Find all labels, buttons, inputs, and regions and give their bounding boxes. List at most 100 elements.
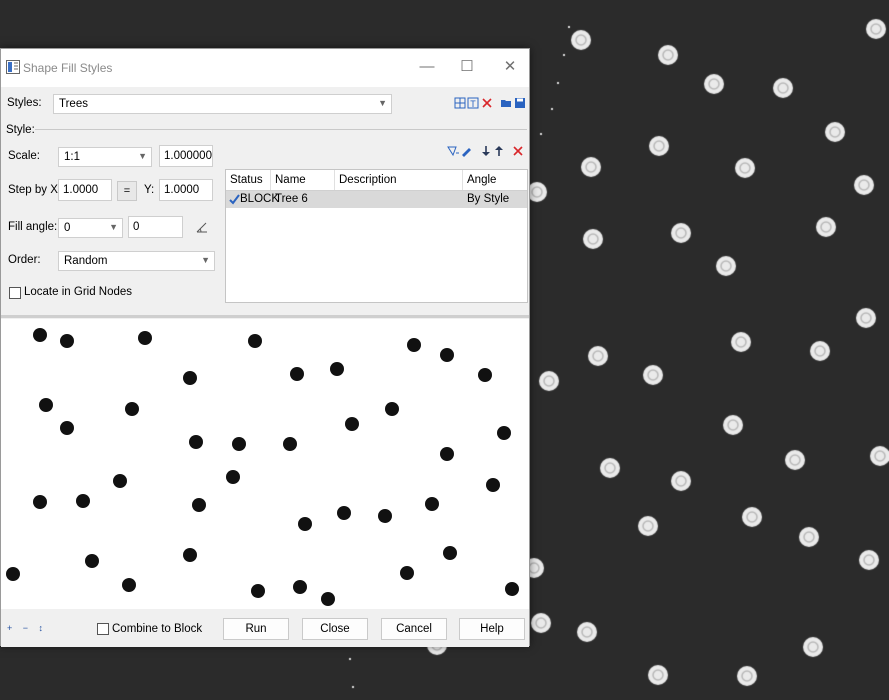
- title-bar[interactable]: Shape Fill Styles — ☐ ✕: [1, 49, 529, 87]
- tree-symbol: [251, 584, 265, 598]
- app-icon: [6, 60, 20, 74]
- order-dropdown[interactable]: Random ▼: [58, 251, 215, 271]
- fill-angle-input-value: 0: [133, 221, 140, 233]
- arrow-up-icon[interactable]: [493, 145, 505, 157]
- tree-symbol: [345, 417, 359, 431]
- tree-symbol: [248, 334, 262, 348]
- window-title: Shape Fill Styles: [23, 61, 113, 75]
- fill-angle-input[interactable]: 0: [128, 216, 183, 238]
- row-description: [335, 191, 339, 208]
- tree-symbol: [192, 498, 206, 512]
- maximize-button[interactable]: ☐: [455, 56, 479, 78]
- style-group-divider: [35, 129, 527, 130]
- order-dropdown-value: Random: [64, 255, 108, 267]
- fill-angle-label: Fill angle:: [8, 221, 58, 233]
- minimize-button[interactable]: —: [415, 56, 439, 78]
- step-y-value: 1.0000: [164, 184, 200, 196]
- tree-symbol: [486, 478, 500, 492]
- tree-symbol: [60, 334, 74, 348]
- tree-symbol: [39, 398, 53, 412]
- step-x-value: 1.0000: [63, 184, 99, 196]
- run-button[interactable]: Run: [223, 618, 289, 640]
- tree-symbol: [330, 362, 344, 376]
- tree-symbol: [337, 506, 351, 520]
- tree-symbol: [505, 582, 519, 596]
- edit-block-icon[interactable]: [460, 145, 472, 157]
- chevron-down-icon: ▼: [109, 222, 118, 232]
- equal-step-button[interactable]: =: [117, 181, 137, 201]
- tree-symbol: [226, 470, 240, 484]
- pick-angle-icon[interactable]: [196, 221, 208, 233]
- styles-dropdown-value: Trees: [59, 98, 88, 110]
- table-header: Status Name Description Angle: [226, 170, 527, 191]
- tree-symbol: [443, 546, 457, 560]
- scale-input[interactable]: 1.000000: [159, 145, 213, 167]
- remove-block-icon[interactable]: [512, 145, 524, 157]
- add-block-icon[interactable]: [447, 145, 459, 157]
- tree-symbol: [298, 517, 312, 531]
- column-header-angle[interactable]: Angle: [463, 170, 527, 190]
- scale-input-value: 1.000000: [164, 150, 212, 162]
- tree-symbol: [125, 402, 139, 416]
- tree-symbol: [400, 566, 414, 580]
- equal-step-button-label: =: [123, 185, 131, 197]
- styles-dropdown[interactable]: Trees ▼: [53, 94, 392, 114]
- tree-symbol: [113, 474, 127, 488]
- chevron-down-icon: ▼: [378, 98, 387, 108]
- table-row[interactable]: BLOCK Tree 6 By Style: [226, 191, 527, 208]
- cancel-button[interactable]: Cancel: [381, 618, 447, 640]
- combine-block-label: Combine to Block: [112, 623, 203, 635]
- step-y-input[interactable]: 1.0000: [159, 179, 213, 201]
- tree-symbol: [378, 509, 392, 523]
- step-x-label: Step by X:: [8, 184, 62, 196]
- tree-symbol: [189, 435, 203, 449]
- fill-angle-dropdown[interactable]: 0 ▼: [58, 218, 123, 238]
- dialog-footer: + − ↕ Combine to Block Run Close Cancel …: [1, 609, 529, 647]
- tree-symbol: [76, 494, 90, 508]
- step-y-label: Y:: [144, 184, 155, 196]
- locate-grid-label: Locate in Grid Nodes: [24, 286, 133, 298]
- column-header-name[interactable]: Name: [271, 170, 335, 190]
- shape-fill-styles-dialog: Shape Fill Styles — ☐ ✕ Styles: Trees ▼ …: [0, 48, 530, 647]
- save-icon[interactable]: [514, 97, 526, 109]
- tree-symbol: [138, 331, 152, 345]
- styles-label: Styles:: [7, 97, 42, 109]
- column-header-description[interactable]: Description: [335, 170, 463, 190]
- tree-symbol: [122, 578, 136, 592]
- new-style-icon[interactable]: [454, 97, 466, 109]
- chevron-down-icon: ▼: [201, 255, 210, 265]
- close-button[interactable]: Close: [302, 618, 368, 640]
- row-angle: By Style: [467, 193, 510, 205]
- tree-symbol: [6, 567, 20, 581]
- column-header-status[interactable]: Status: [226, 170, 271, 190]
- fill-preview-pane: [1, 319, 529, 609]
- tree-symbol: [33, 495, 47, 509]
- tree-symbol: [425, 497, 439, 511]
- help-button[interactable]: Help: [459, 618, 525, 640]
- combine-block-checkbox[interactable]: [97, 623, 109, 635]
- scale-dropdown-value: 1:1: [64, 151, 80, 163]
- close-window-button[interactable]: ✕: [498, 56, 522, 78]
- scale-label: Scale:: [8, 150, 40, 162]
- chevron-down-icon: ▼: [138, 151, 147, 161]
- open-folder-icon[interactable]: [500, 97, 512, 109]
- fill-angle-dropdown-value: 0: [64, 222, 71, 234]
- zoom-controls-icon[interactable]: + − ↕: [7, 623, 47, 633]
- arrow-down-icon[interactable]: [480, 145, 492, 157]
- delete-style-icon[interactable]: [481, 97, 493, 109]
- step-x-input[interactable]: 1.0000: [58, 179, 112, 201]
- tree-symbol: [478, 368, 492, 382]
- tree-symbol: [440, 447, 454, 461]
- scale-dropdown[interactable]: 1:1 ▼: [58, 147, 152, 167]
- tree-symbol: [290, 367, 304, 381]
- preview-splitter[interactable]: [1, 315, 529, 318]
- tree-symbol: [60, 421, 74, 435]
- rename-style-icon[interactable]: T: [467, 97, 479, 109]
- tree-symbol: [183, 548, 197, 562]
- locate-grid-checkbox[interactable]: [9, 287, 21, 299]
- tree-symbol: [385, 402, 399, 416]
- tree-symbol: [440, 348, 454, 362]
- close-icon: ✕: [503, 58, 517, 75]
- minimize-icon: —: [419, 58, 435, 75]
- fill-preview-canvas: [6, 328, 519, 606]
